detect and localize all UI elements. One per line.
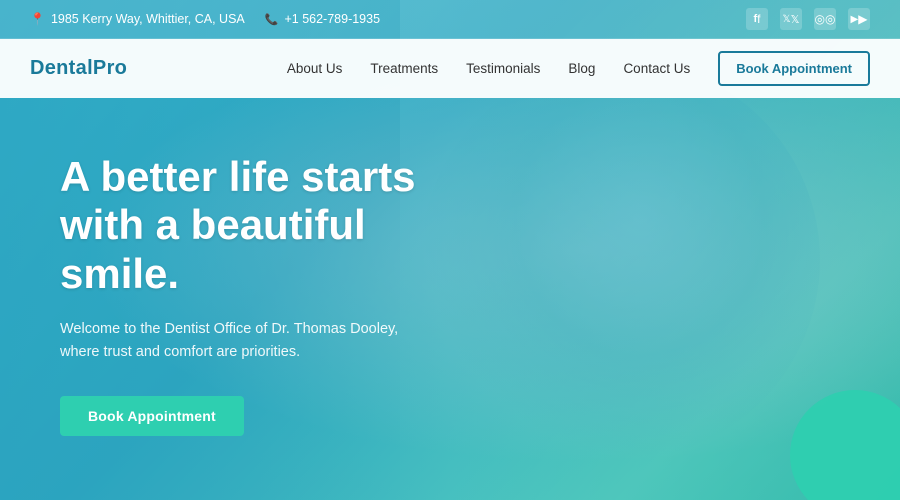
nav-testimonials[interactable]: Testimonials [466,61,540,76]
nav-links: About Us Treatments Testimonials Blog Co… [287,51,870,86]
twitter-icon[interactable]: 𝕏 [780,8,802,30]
social-links: f 𝕏 ◎ ▶ [746,8,870,30]
hero-book-button[interactable]: Book Appointment [60,396,244,436]
phone-info: +1 562-789-1935 [265,12,380,26]
pin-icon [30,12,45,26]
address-text: 1985 Kerry Way, Whittier, CA, USA [51,12,245,26]
top-bar: 1985 Kerry Way, Whittier, CA, USA +1 562… [0,0,900,39]
instagram-icon[interactable]: ◎ [814,8,836,30]
nav-contact[interactable]: Contact Us [623,61,690,76]
phone-icon [265,12,279,26]
hero-title: A better life starts with a beautiful sm… [60,153,460,298]
hero-content: A better life starts with a beautiful sm… [0,98,520,476]
book-appointment-button[interactable]: Book Appointment [718,51,870,86]
brand-logo[interactable]: DentalPro [30,57,127,80]
nav-blog[interactable]: Blog [568,61,595,76]
nav-about[interactable]: About Us [287,61,343,76]
facebook-icon[interactable]: f [746,8,768,30]
youtube-icon[interactable]: ▶ [848,8,870,30]
phone-text: +1 562-789-1935 [284,12,380,26]
navbar: DentalPro About Us Treatments Testimonia… [0,39,900,98]
top-bar-left: 1985 Kerry Way, Whittier, CA, USA +1 562… [30,12,380,26]
hero-subtitle: Welcome to the Dentist Office of Dr. Tho… [60,318,440,364]
nav-treatments[interactable]: Treatments [370,61,438,76]
address-info: 1985 Kerry Way, Whittier, CA, USA [30,12,245,26]
